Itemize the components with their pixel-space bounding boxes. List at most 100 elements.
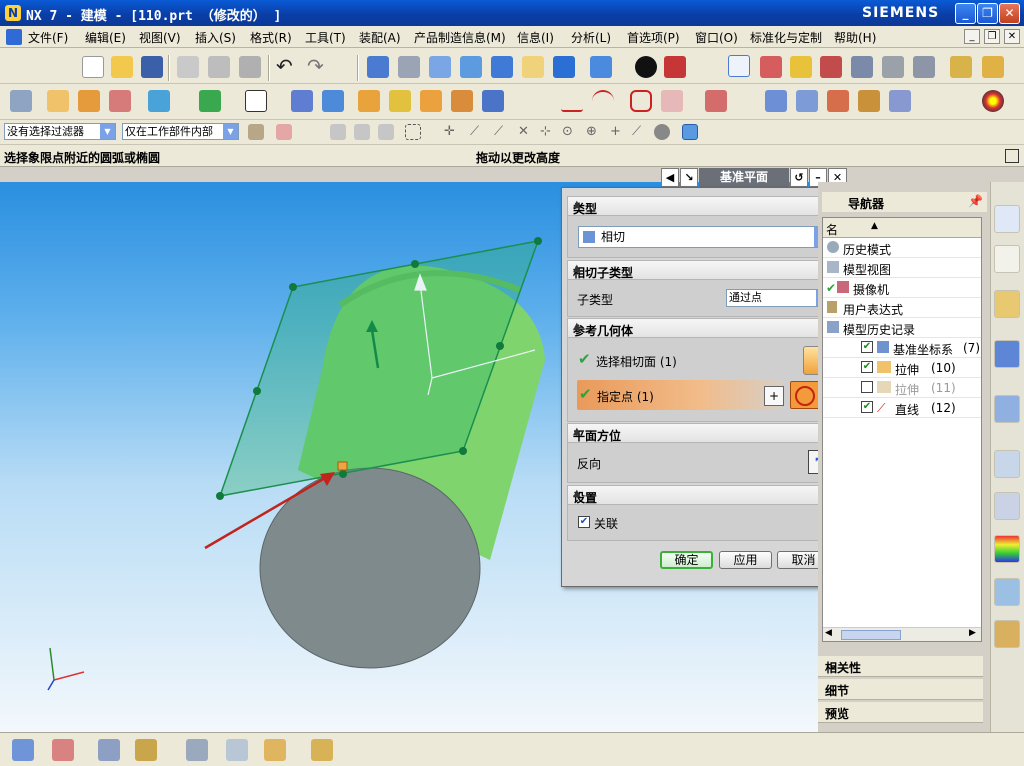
paste-icon[interactable]	[239, 56, 261, 78]
copy-icon[interactable]	[208, 56, 230, 78]
app-menu-icon[interactable]	[6, 29, 22, 45]
filter-icon[interactable]	[248, 124, 264, 140]
type-select[interactable]: 相切 ▼	[578, 226, 832, 248]
navigator-hscrollbar[interactable]: ◀ ▶	[823, 627, 981, 641]
process-studio-tab-icon[interactable]	[994, 578, 1020, 606]
nav-row-cameras[interactable]: ✔ 摄像机	[823, 278, 981, 298]
pattern-icon[interactable]	[482, 90, 504, 112]
trim-icon[interactable]	[858, 90, 880, 112]
rendering-style-icon[interactable]	[590, 56, 612, 78]
restore-button[interactable]: ❐	[977, 3, 998, 24]
details-panel-header[interactable]: 细节 ⌄	[818, 679, 983, 700]
dialog-undo-icon[interactable]: ↺	[790, 168, 808, 187]
view-triad-icon[interactable]	[12, 739, 34, 761]
offset-curve-icon[interactable]	[705, 90, 727, 112]
zoom-window-icon[interactable]	[398, 56, 420, 78]
snap-intersect-icon[interactable]: ✕	[518, 124, 534, 140]
shell-icon[interactable]	[420, 90, 442, 112]
point-dialog-icon[interactable]: +	[764, 386, 784, 406]
section-refgeo-header[interactable]: 参考几何体 ▲	[567, 318, 841, 338]
section-subtype-header[interactable]: 相切子类型 ▲	[567, 260, 841, 280]
pencil-icon[interactable]	[982, 56, 1004, 78]
open-folder-icon[interactable]	[111, 56, 133, 78]
info-tab-icon[interactable]	[994, 340, 1020, 368]
system-materials-tab-icon[interactable]	[994, 492, 1020, 520]
specified-point-marker[interactable]	[337, 461, 348, 471]
menu-insert[interactable]: 插入(S)	[195, 29, 236, 46]
part-navigator-tab-icon[interactable]	[994, 245, 1020, 273]
snap-on-surface-icon[interactable]	[654, 124, 670, 140]
ruler-icon[interactable]	[950, 56, 972, 78]
edge-blend-icon[interactable]	[358, 90, 380, 112]
nav-row-datum-csys[interactable]: ✔ 基准坐标系 (7)	[823, 338, 981, 358]
zoom-icon[interactable]	[429, 56, 451, 78]
draft-icon[interactable]	[451, 90, 473, 112]
nav-row-extrude-10[interactable]: ✔ 拉伸 (10)	[823, 358, 981, 378]
section-type-header[interactable]: 类型 ▲	[567, 196, 841, 216]
snap-quadrant-icon[interactable]: ⊕	[586, 124, 602, 140]
ok-button[interactable]: 确定	[660, 551, 713, 569]
wcs-dynamics-icon[interactable]	[728, 55, 750, 77]
menu-window[interactable]: 窗口(O)	[695, 29, 738, 46]
roles-tab-icon[interactable]	[994, 620, 1020, 648]
nav-row-model-history[interactable]: 模型历史记录	[823, 318, 981, 338]
snap-control-icon[interactable]: ⟋	[494, 124, 510, 140]
block-icon[interactable]	[291, 90, 313, 112]
select-edge-icon[interactable]	[354, 124, 370, 140]
layer-icon[interactable]	[98, 739, 120, 761]
profile-icon[interactable]	[630, 90, 652, 112]
snap-arc-center-icon[interactable]: ⊹	[540, 124, 556, 140]
section-settings-header[interactable]: 设置 ▲	[567, 485, 841, 505]
rotate-icon[interactable]	[491, 56, 513, 78]
snap-mid-icon[interactable]: ⟋	[470, 124, 486, 140]
orient-view-icon[interactable]	[522, 56, 544, 78]
doc-close-button[interactable]: ✕	[1004, 29, 1020, 44]
section-view-icon[interactable]	[664, 56, 686, 78]
cut-icon[interactable]	[177, 56, 199, 78]
pointer-icon[interactable]	[882, 56, 904, 78]
boolean-icon[interactable]	[148, 90, 170, 112]
rect-select-icon[interactable]	[405, 124, 421, 140]
menu-help[interactable]: 帮助(H)	[834, 29, 876, 46]
fit-icon[interactable]	[367, 56, 389, 78]
snap-point-icon[interactable]	[276, 124, 292, 140]
visualization-tab-icon[interactable]	[994, 535, 1020, 563]
visibility-checkbox[interactable]: ✔	[861, 361, 873, 373]
multi-select-icon[interactable]	[913, 56, 935, 78]
visibility-checkbox[interactable]: ✔	[861, 401, 873, 413]
preview-panel-header[interactable]: 预览 ⌄	[818, 702, 983, 723]
scroll-thumb[interactable]	[841, 630, 901, 640]
sketch-icon[interactable]	[10, 90, 32, 112]
redo-icon[interactable]: ↷	[307, 56, 329, 78]
save-icon[interactable]	[141, 56, 163, 78]
sew-icon[interactable]	[889, 90, 911, 112]
menu-file[interactable]: 文件(F)	[28, 29, 68, 46]
arc-icon[interactable]	[592, 90, 614, 112]
web-browser-tab-icon[interactable]	[994, 395, 1020, 423]
reuse-library-tab-icon[interactable]	[994, 290, 1020, 318]
menu-format[interactable]: 格式(R)	[250, 29, 292, 46]
specify-point-row[interactable]: ✔ 指定点 (1)	[577, 380, 783, 410]
nav-row-user-expressions[interactable]: 用户表达式	[823, 298, 981, 318]
nav-row-history-mode[interactable]: 历史模式	[823, 238, 981, 258]
extrude-icon[interactable]	[47, 90, 69, 112]
snap-center-icon[interactable]: ⊙	[562, 124, 578, 140]
menu-preferences[interactable]: 首选项(P)	[627, 29, 680, 46]
background-icon[interactable]	[635, 56, 657, 78]
snap-existing-icon[interactable]: +	[610, 124, 626, 140]
datum-plane-icon[interactable]	[245, 90, 267, 112]
navigator-header[interactable]: 名 ▲	[823, 218, 981, 238]
dialog-prev-icon[interactable]: ◀	[661, 168, 679, 187]
assembly-navigator-tab-icon[interactable]	[994, 205, 1020, 233]
select-body-icon[interactable]	[378, 124, 394, 140]
nav-row-extrude-11[interactable]: 拉伸 (11)	[823, 378, 981, 398]
measure-icon[interactable]	[790, 56, 812, 78]
select-face-icon[interactable]	[330, 124, 346, 140]
menu-analysis[interactable]: 分析(L)	[571, 29, 611, 46]
menu-info[interactable]: 信息(I)	[517, 29, 554, 46]
snap-end-icon[interactable]: ✛	[444, 124, 460, 140]
menu-pmi[interactable]: 产品制造信息(M)	[414, 29, 506, 46]
line-icon[interactable]	[561, 90, 583, 112]
section-orient-header[interactable]: 平面方位 ▲	[567, 423, 841, 443]
nav-row-line-12[interactable]: ✔ ⟋ 直线 (12)	[823, 398, 981, 418]
